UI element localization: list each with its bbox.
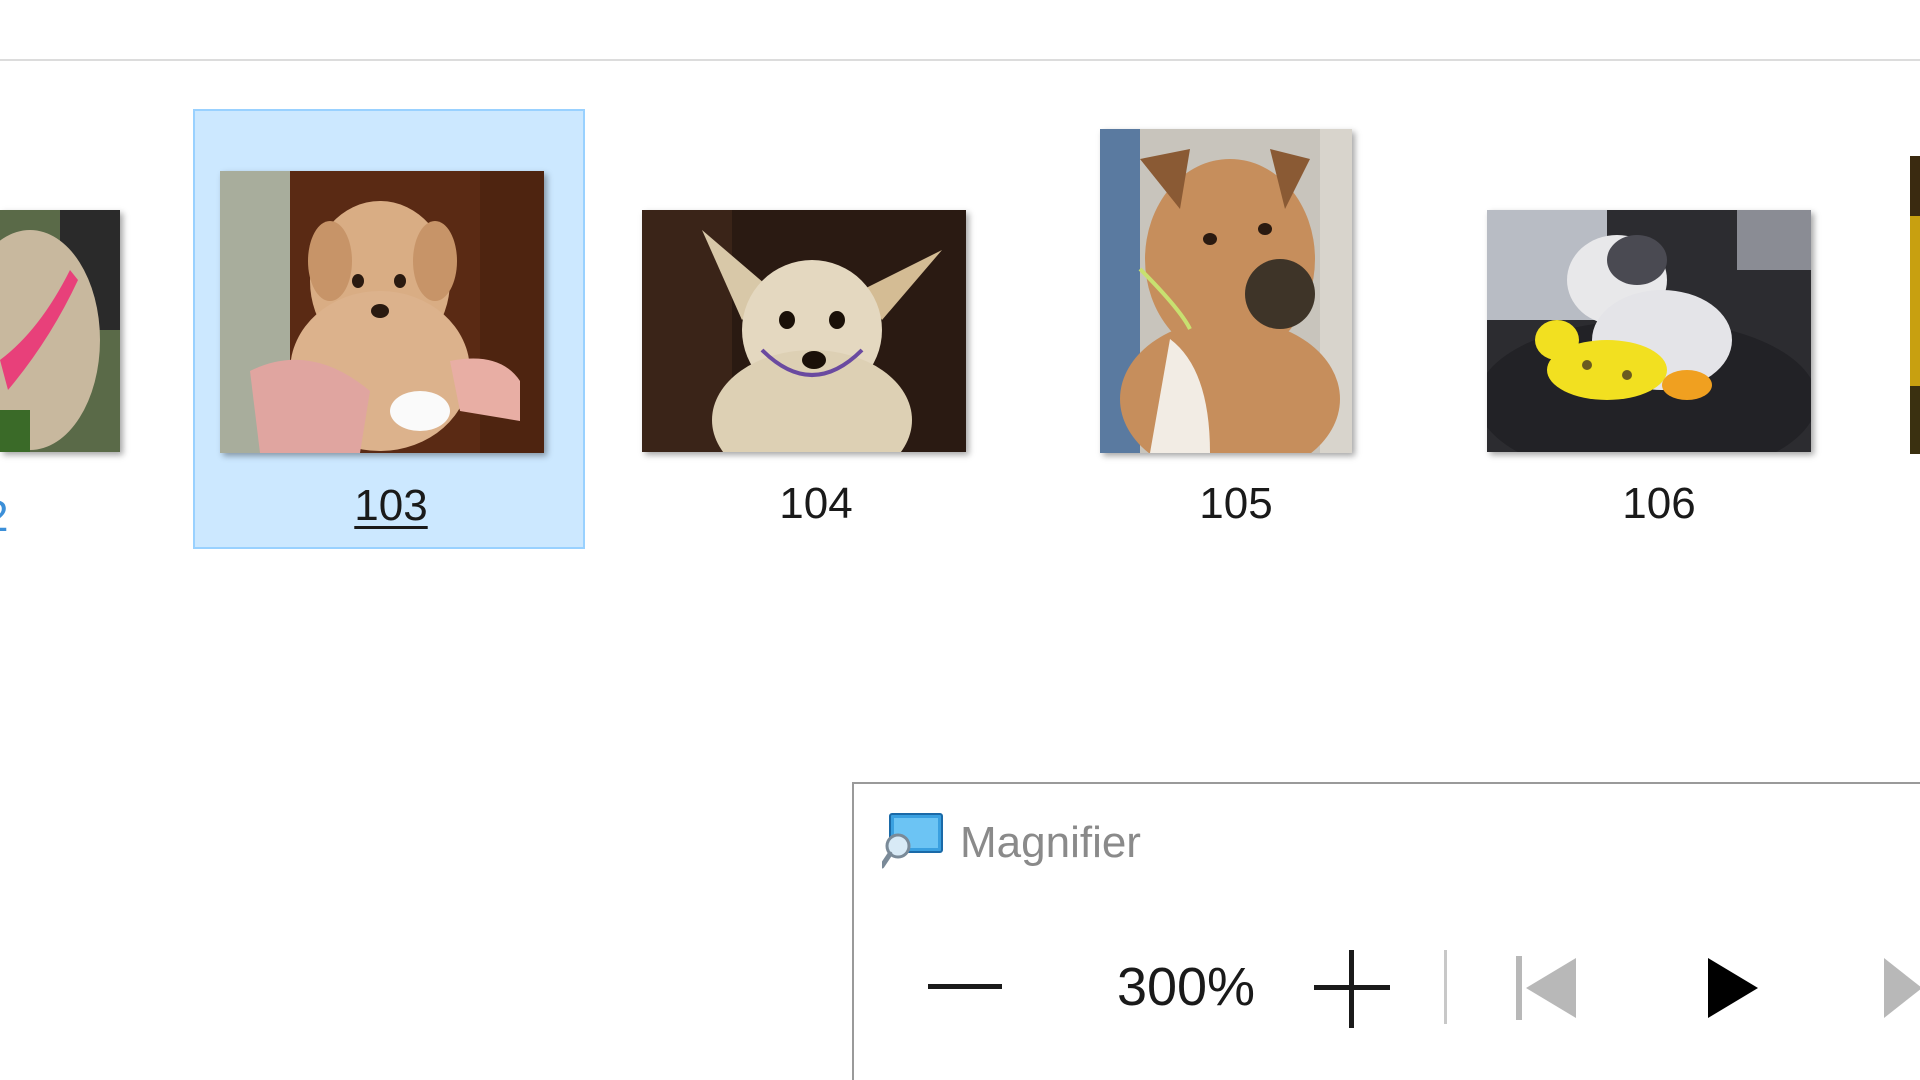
file-item-103[interactable]: 103 xyxy=(193,109,585,549)
file-item-105[interactable]: 105 xyxy=(1040,109,1432,549)
file-item-partial[interactable] xyxy=(0,200,122,460)
file-item-106[interactable]: 106 xyxy=(1463,109,1855,549)
header-divider xyxy=(0,59,1920,61)
skip-previous-icon xyxy=(1516,956,1576,1020)
thumbnail-dog-toy xyxy=(1487,210,1811,452)
zoom-in-button[interactable] xyxy=(1310,950,1394,1034)
magnifier-title: Magnifier xyxy=(960,818,1141,867)
previous-button[interactable] xyxy=(1512,952,1582,1024)
thumbnail-puppy xyxy=(220,171,544,453)
skip-next-icon xyxy=(1884,958,1920,1018)
file-label-105: 105 xyxy=(1199,479,1273,528)
file-label-partial: 2 xyxy=(0,492,8,542)
thumbnail-partial-right xyxy=(1910,156,1920,454)
file-explorer-view: 2 103 xyxy=(0,0,1920,1080)
play-icon xyxy=(1708,958,1758,1018)
file-label-106: 106 xyxy=(1622,479,1696,528)
file-item-104[interactable]: 104 xyxy=(620,109,1012,549)
zoom-level: 300% xyxy=(1116,957,1256,1017)
minus-icon xyxy=(928,984,1002,989)
thumbnail-white-dog xyxy=(642,210,966,452)
file-label-104: 104 xyxy=(779,479,853,528)
zoom-out-button[interactable] xyxy=(922,950,1006,1024)
plus-icon xyxy=(1314,950,1390,1028)
magnifier-window: Magnifier 300% xyxy=(852,782,1920,1080)
magnifier-app-icon xyxy=(879,812,944,872)
play-button[interactable] xyxy=(1702,952,1762,1024)
next-button[interactable] xyxy=(1878,952,1920,1024)
toolbar-separator xyxy=(1444,950,1447,1024)
file-item-partial-right[interactable] xyxy=(1910,150,1920,460)
file-label-103: 103 xyxy=(354,481,428,530)
thumbnail-boxer-dog xyxy=(1100,129,1352,453)
thumbnail-partial-dog xyxy=(0,210,120,452)
